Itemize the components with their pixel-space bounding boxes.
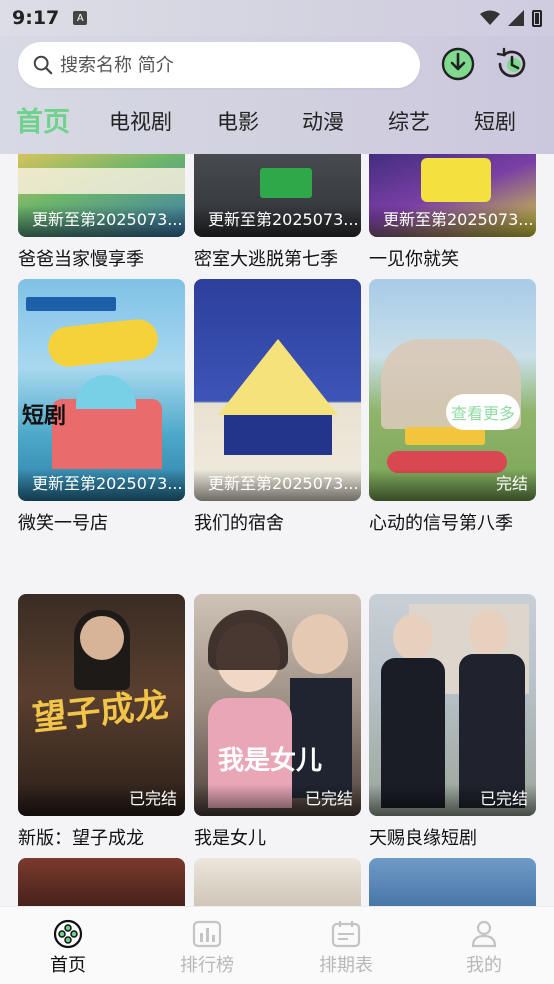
status-badge: 已完结	[369, 784, 536, 816]
media-card[interactable]: 更新至第2025073... 爸爸当家慢享季	[18, 154, 185, 271]
poster-image	[369, 858, 536, 906]
nav-label: 排期表	[319, 955, 373, 976]
poster-image: 我是女儿 已完结	[194, 594, 361, 816]
search-icon	[33, 55, 53, 75]
calendar-icon	[331, 921, 361, 948]
bottom-nav: 首页 排行榜 排期表 我的	[0, 906, 554, 984]
poster-title-text: 我是女儿	[218, 746, 323, 776]
nav-schedule[interactable]: 排期表	[306, 919, 386, 977]
status-badge: 已完结	[18, 784, 185, 816]
section-title: 短剧	[22, 404, 67, 429]
tab-home[interactable]: 首页	[16, 100, 70, 139]
wifi-icon	[480, 10, 500, 25]
profile-icon	[471, 920, 497, 948]
media-card[interactable]	[194, 858, 361, 906]
download-button[interactable]	[440, 46, 476, 82]
poster-image: 更新至第2025073...	[18, 279, 185, 501]
header: 首页 电视剧 电影 动漫 综艺 短剧	[0, 36, 554, 154]
poster-image: 更新至第2025073...	[369, 154, 536, 237]
media-card[interactable]: 更新至第2025073... 一见你就笑	[369, 154, 536, 271]
battery-icon	[532, 9, 542, 27]
poster-image: 更新至第2025073...	[18, 154, 185, 237]
signal-icon	[508, 10, 524, 26]
media-card[interactable]: 望子成龙 已完结 新版：望子成龙	[18, 594, 185, 850]
update-badge: 更新至第2025073...	[18, 469, 185, 501]
update-badge: 完结	[369, 469, 536, 501]
nav-home[interactable]: 首页	[28, 919, 108, 977]
card-title: 一见你就笑	[369, 249, 459, 270]
notification-icon: A	[73, 11, 88, 25]
status-bar: 9:17 A	[0, 0, 554, 36]
search-bar[interactable]	[18, 42, 420, 88]
poster-image	[194, 858, 361, 906]
card-title: 密室大逃脱第七季	[194, 249, 338, 270]
home-feed[interactable]: 更新至第2025073... 爸爸当家慢享季 更新至第2025073... 密室…	[0, 154, 554, 906]
media-card[interactable]: 更新至第2025073... 我们的宿舍	[194, 279, 361, 535]
status-time: 9:17	[12, 7, 60, 29]
chart-icon	[192, 920, 222, 948]
poster-title-text: 望子成龙	[30, 684, 171, 739]
media-card[interactable]: 更新至第2025073... 密室大逃脱第七季	[194, 154, 361, 271]
poster-image: 望子成龙 已完结	[18, 594, 185, 816]
poster-image	[18, 858, 185, 906]
card-title: 爸爸当家慢享季	[18, 249, 144, 270]
tab-movies[interactable]: 电影	[217, 106, 259, 136]
poster-image: 已完结	[369, 594, 536, 816]
search-input[interactable]	[60, 54, 360, 76]
update-badge: 更新至第2025073...	[18, 205, 185, 237]
card-title: 心动的信号第八季	[369, 513, 513, 534]
nav-profile[interactable]: 我的	[444, 919, 524, 977]
nav-label: 首页	[50, 955, 86, 976]
nav-ranking[interactable]: 排行榜	[167, 919, 247, 977]
card-title: 新版：望子成龙	[18, 828, 144, 849]
card-title: 微笑一号店	[18, 513, 108, 534]
poster-image: 完结	[369, 279, 536, 501]
tab-tv-series[interactable]: 电视剧	[109, 106, 172, 136]
card-title: 我们的宿舍	[194, 513, 284, 534]
see-more-button[interactable]: 查看更多	[446, 394, 520, 430]
card-title: 我是女儿	[194, 828, 266, 849]
download-icon	[441, 47, 475, 81]
card-title: 天赐良缘短剧	[369, 828, 477, 849]
update-badge: 更新至第2025073...	[369, 205, 536, 237]
history-icon	[496, 47, 526, 78]
update-badge: 更新至第2025073...	[194, 469, 361, 501]
media-card[interactable]	[18, 858, 185, 906]
nav-label: 排行榜	[180, 955, 234, 976]
history-button[interactable]	[494, 46, 530, 82]
update-badge: 更新至第2025073...	[194, 205, 361, 237]
poster-image: 更新至第2025073...	[194, 279, 361, 501]
category-tabs: 首页 电视剧 电影 动漫 综艺 短剧	[0, 98, 554, 144]
status-badge: 已完结	[194, 784, 361, 816]
poster-image: 更新至第2025073...	[194, 154, 361, 237]
media-card[interactable]: 已完结 天赐良缘短剧	[369, 594, 536, 850]
tab-anime[interactable]: 动漫	[302, 106, 344, 136]
tab-variety[interactable]: 综艺	[388, 106, 430, 136]
home-film-icon	[53, 919, 83, 949]
nav-label: 我的	[466, 955, 502, 976]
media-card[interactable]	[369, 858, 536, 906]
media-card[interactable]: 我是女儿 已完结 我是女儿	[194, 594, 361, 850]
tab-short-drama[interactable]: 短剧	[474, 106, 516, 136]
